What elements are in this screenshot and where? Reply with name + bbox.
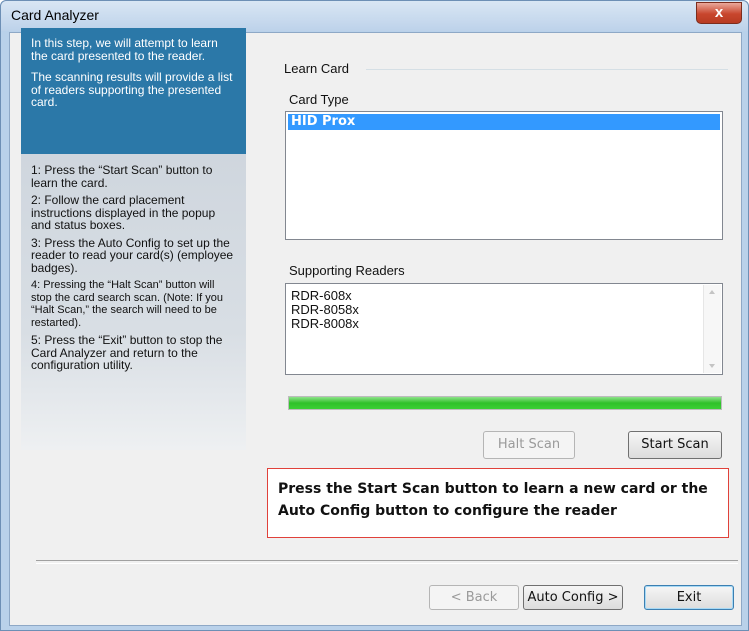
reader-item: RDR-8058x (291, 302, 359, 317)
learn-card-group-label: Learn Card (284, 61, 350, 76)
card-type-label: Card Type (289, 92, 349, 107)
auto-config-button[interactable]: Auto Config > (523, 585, 623, 610)
scroll-up-arrow-icon[interactable] (709, 290, 715, 294)
window-title: Card Analyzer (11, 7, 99, 23)
start-scan-button[interactable]: Start Scan (628, 431, 722, 459)
supporting-readers-list[interactable]: RDR-608x RDR-8058x RDR-8008x (285, 283, 723, 375)
status-message: Press the Start Scan button to learn a n… (278, 481, 708, 519)
scroll-down-arrow-icon[interactable] (709, 364, 715, 368)
step-text: 4: Pressing the “Halt Scan” button will … (31, 279, 223, 329)
close-icon: x (714, 4, 724, 21)
card-type-list[interactable]: HID Prox (285, 111, 723, 240)
step-text: 2: Follow the card placement instruction… (31, 193, 216, 232)
step-text: 5: Press the “Exit” button to stop the C… (31, 333, 223, 372)
back-button[interactable]: < Back (429, 585, 519, 610)
intro-text: In this step, we will attempt to learn t… (31, 36, 218, 63)
exit-button[interactable]: Exit (644, 585, 734, 610)
supporting-readers-label: Supporting Readers (289, 263, 405, 278)
intro-text: The scanning results will provide a list… (31, 70, 233, 109)
scan-progress-bar (288, 396, 722, 410)
group-border (366, 69, 728, 70)
instruction-steps-panel: 1: Press the “Start Scan” button to lear… (21, 154, 246, 450)
card-analyzer-window: Card Analyzer x In this step, we will at… (0, 0, 749, 631)
scan-progress-fill (289, 397, 721, 409)
halt-scan-button[interactable]: Halt Scan (483, 431, 575, 459)
title-bar[interactable]: Card Analyzer x (1, 1, 748, 31)
footer-separator (36, 560, 738, 564)
card-type-item-selected[interactable]: HID Prox (288, 114, 720, 130)
readers-scrollbar[interactable] (703, 285, 721, 373)
step-text: 3: Press the Auto Config to set up the r… (31, 235, 234, 275)
reader-item: RDR-608x (291, 288, 352, 303)
instruction-intro-panel: In this step, we will attempt to learn t… (21, 28, 246, 154)
step-text: 1: Press the “Start Scan” button to lear… (31, 163, 213, 190)
close-button[interactable]: x (696, 2, 742, 24)
status-message-box: Press the Start Scan button to learn a n… (267, 468, 729, 538)
reader-item: RDR-8008x (291, 316, 359, 331)
